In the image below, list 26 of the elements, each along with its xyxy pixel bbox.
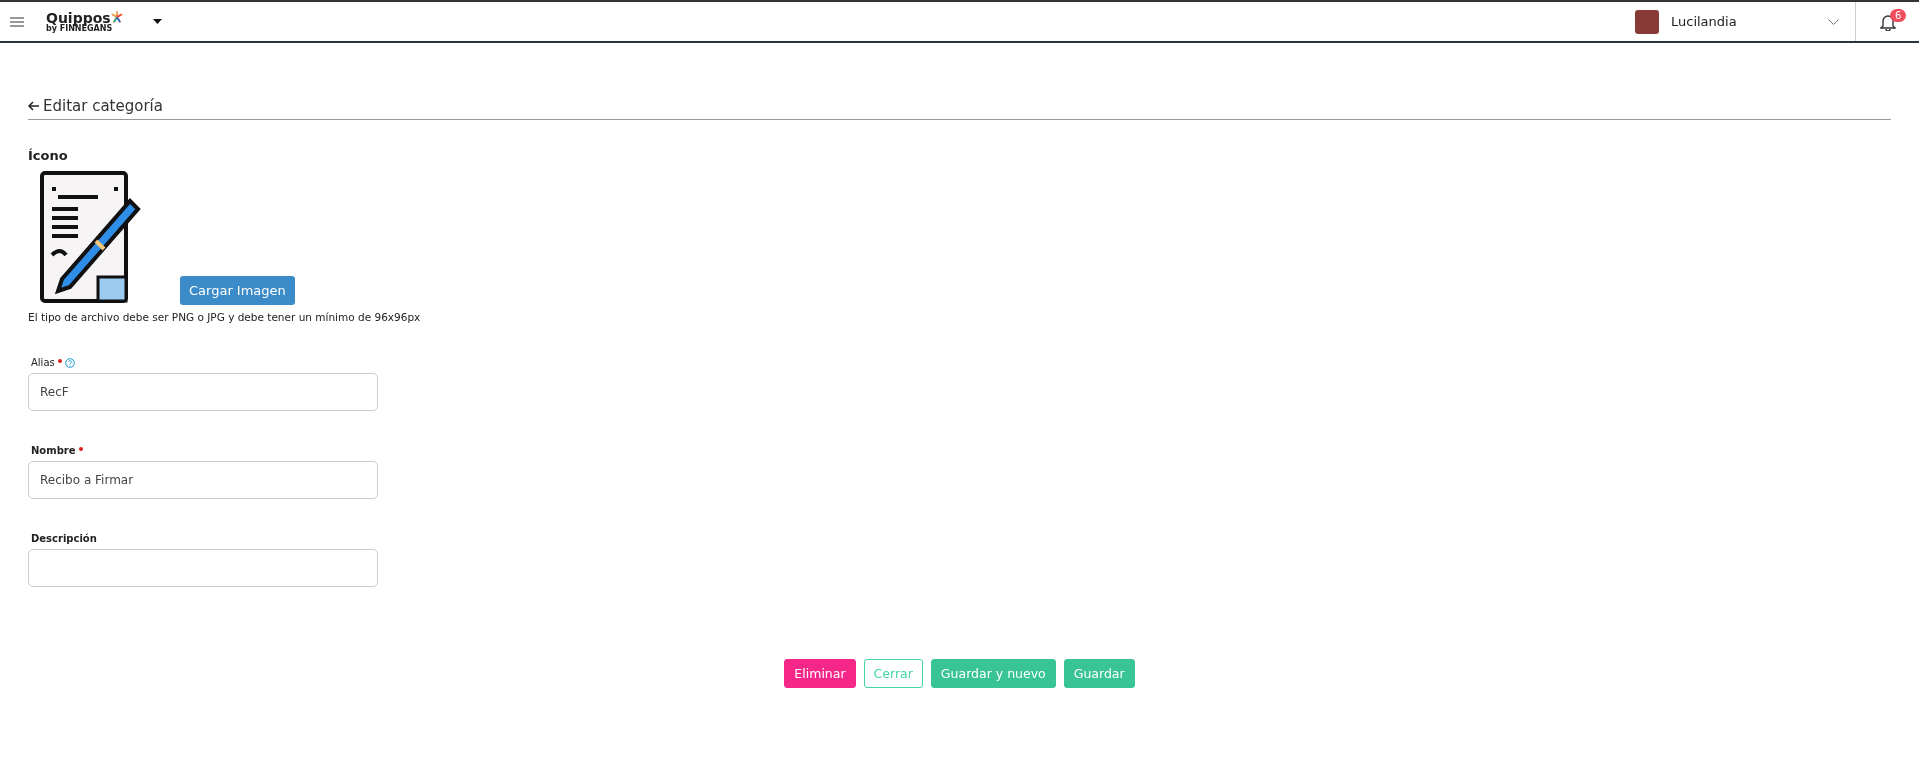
caret-icon[interactable] [152,19,162,24]
field-label: Descripción [31,533,97,544]
back-arrow-icon[interactable] [28,101,39,111]
logo-subtitle: by FINNEGANS [46,24,114,33]
user-name: Lucilandia [1671,14,1738,29]
action-button[interactable]: Guardar y nuevo [930,659,1056,688]
text-field[interactable]: RecF [28,373,378,411]
user-menu[interactable]: Lucilandia [1635,9,1855,34]
field-label: Alias [31,357,55,368]
upload-image-button[interactable]: Cargar Imagen [180,276,295,305]
text-field[interactable] [28,549,378,587]
field-label: Nombre [31,445,76,456]
text-field[interactable]: Recibo a Firmar [28,461,378,499]
file-hint: El tipo de archivo debe ser PNG o JPG y debe tener un mínimo de 96x96px [28,311,422,323]
section-label: Ícono [28,148,69,163]
menu-icon[interactable] [10,16,24,27]
avatar-photo-placeholder [1635,9,1659,34]
action-button[interactable]: Eliminar [784,659,856,688]
chevron-down-icon [1828,18,1839,25]
star-logo-icon [110,10,123,23]
notification-count: 6 [1890,9,1907,22]
logo-text: Quippos [46,10,123,25]
action-button[interactable]: Guardar [1063,659,1135,688]
help-icon[interactable] [64,357,75,368]
page-title: Editar categoría [43,97,163,115]
bell-icon[interactable] [1879,12,1896,31]
